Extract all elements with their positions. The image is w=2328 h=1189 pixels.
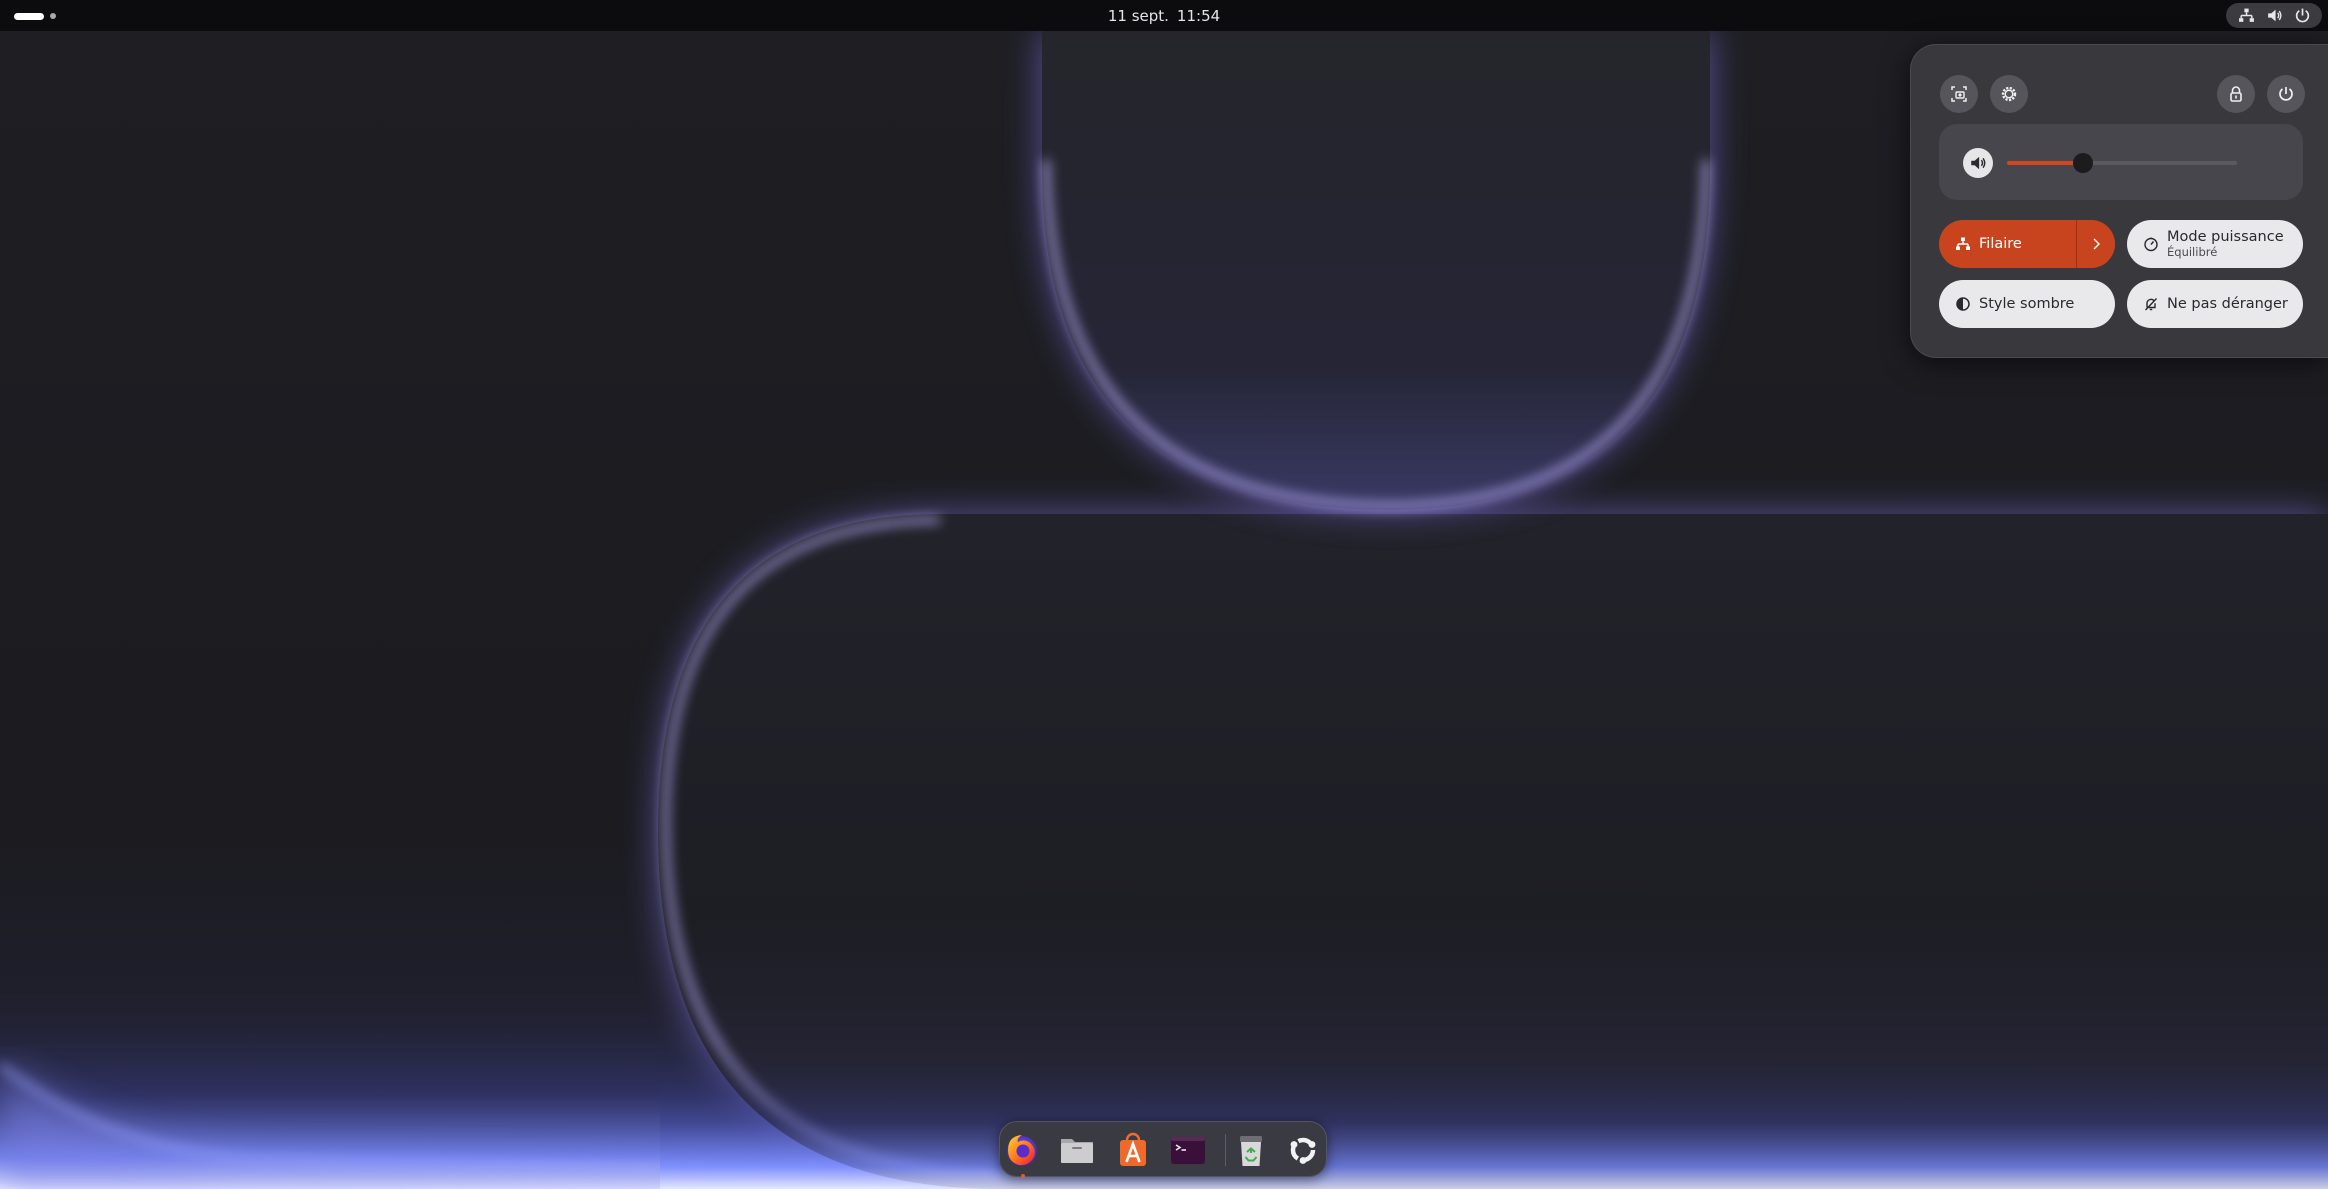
date-time-clock[interactable]: 11 sept. 11:54 bbox=[1064, 6, 1264, 26]
app-center-icon bbox=[1120, 1132, 1146, 1166]
dock-app-terminal[interactable] bbox=[1168, 1130, 1208, 1170]
system-tray[interactable] bbox=[2226, 3, 2322, 28]
wired-network-icon bbox=[2238, 8, 2254, 22]
wired-network-icon bbox=[1956, 237, 1970, 250]
dock-app-files[interactable] bbox=[1057, 1130, 1097, 1170]
workspace-dot bbox=[50, 13, 56, 19]
volume-slider-handle[interactable] bbox=[2073, 153, 2093, 173]
ubuntu-apps-grid-icon bbox=[1290, 1137, 1316, 1164]
lock-screen-button[interactable] bbox=[2217, 75, 2255, 113]
dark-style-label: Style sombre bbox=[1979, 295, 2075, 312]
running-indicator bbox=[1021, 1174, 1025, 1178]
do-not-disturb-toggle[interactable]: Ne pas déranger bbox=[2127, 280, 2303, 328]
power-mode-toggle[interactable]: Mode puissance Équilibré bbox=[2127, 220, 2303, 268]
chevron-right-icon bbox=[2093, 238, 2100, 250]
do-not-disturb-label: Ne pas déranger bbox=[2167, 295, 2288, 312]
lock-icon bbox=[2230, 86, 2242, 102]
screenshot-button[interactable] bbox=[1940, 75, 1978, 113]
dark-style-toggle[interactable]: Style sombre bbox=[1939, 280, 2115, 328]
speaker-icon bbox=[1971, 156, 1986, 170]
power-mode-icon bbox=[2144, 237, 2158, 252]
workspace-indicator-icon bbox=[14, 12, 44, 20]
top-bar: 11 sept. 11:54 bbox=[0, 0, 2328, 31]
dock-app-firefox[interactable] bbox=[1002, 1130, 1042, 1178]
volume-slider[interactable] bbox=[2007, 153, 2237, 173]
trash-icon bbox=[1240, 1136, 1262, 1166]
volume-row bbox=[1939, 124, 2303, 200]
wired-network-toggle[interactable]: Filaire bbox=[1939, 220, 2115, 268]
power-icon bbox=[2295, 8, 2309, 23]
dock bbox=[999, 1121, 1327, 1178]
dark-style-icon bbox=[1956, 297, 1970, 311]
power-off-button[interactable] bbox=[2267, 75, 2305, 113]
power-mode-label: Mode puissance bbox=[2167, 229, 2284, 245]
firefox-icon bbox=[1007, 1135, 1037, 1166]
dock-show-applications[interactable] bbox=[1283, 1130, 1323, 1170]
wired-network-label: Filaire bbox=[1979, 235, 2022, 252]
bell-off-icon bbox=[2144, 298, 2158, 311]
terminal-icon bbox=[1171, 1137, 1205, 1164]
time-text: 11:54 bbox=[1176, 7, 1221, 25]
volume-slider-fill bbox=[2007, 161, 2083, 165]
dock-app-app-center[interactable] bbox=[1113, 1130, 1153, 1170]
screenshot-icon bbox=[1951, 86, 1967, 102]
volume-mute-toggle[interactable] bbox=[1963, 148, 1993, 178]
date-text: 11 sept. bbox=[1107, 7, 1169, 25]
dock-app-trash[interactable] bbox=[1231, 1130, 1271, 1170]
power-icon bbox=[2279, 87, 2293, 101]
activities-button[interactable] bbox=[12, 8, 64, 24]
speaker-icon bbox=[2267, 9, 2282, 22]
settings-gear-icon bbox=[2001, 86, 2017, 102]
settings-button[interactable] bbox=[1990, 75, 2028, 113]
wired-network-menu-button[interactable] bbox=[2076, 220, 2115, 268]
quick-settings-panel: Filaire Mode puissance Équilibré Style s… bbox=[1910, 44, 2328, 358]
power-mode-subtitle: Équilibré bbox=[2167, 245, 2218, 259]
dock-separator bbox=[1225, 1134, 1226, 1166]
files-folder-icon bbox=[1061, 1139, 1093, 1163]
